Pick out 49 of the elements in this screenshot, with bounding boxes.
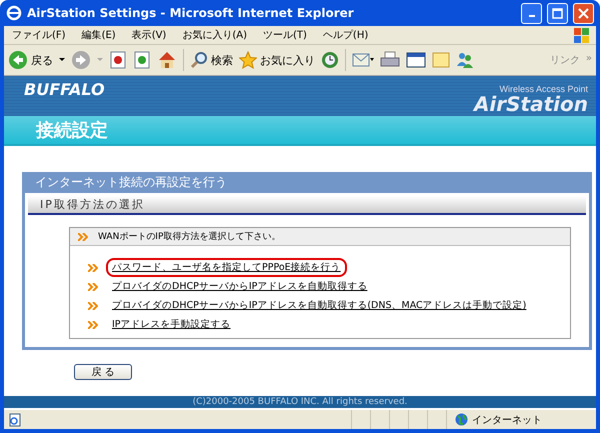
option-link[interactable]: プロバイダのDHCPサーバからIPアドレスを自動取得する(DNS、MACアドレスは手動で設定) (106, 296, 532, 315)
search-button[interactable]: 検索 (190, 51, 233, 69)
double-arrow-icon (88, 282, 98, 290)
menu-item[interactable]: ツール(T) (255, 28, 315, 42)
back-button[interactable]: 戻る (8, 50, 53, 70)
maximize-icon (552, 8, 563, 18)
double-arrow-icon (88, 264, 98, 272)
section-heading: IP取得方法の選択 (28, 196, 586, 215)
page-title: 接続設定 (36, 119, 108, 142)
menu-item[interactable]: ファイル(F) (4, 28, 74, 42)
close-button[interactable] (573, 2, 594, 24)
star-icon (239, 51, 257, 69)
window-title: AirStation Settings - Microsoft Internet Explorer (27, 6, 355, 20)
double-arrow-icon (88, 302, 98, 310)
double-arrow-icon (78, 232, 88, 240)
minimize-icon (528, 15, 534, 17)
menu-item[interactable]: ヘルプ(H) (314, 28, 376, 42)
search-icon (190, 51, 208, 69)
option-link[interactable]: IPアドレスを手動設定する (106, 315, 237, 334)
edit-icon[interactable] (406, 51, 426, 69)
mail-icon[interactable] (352, 52, 374, 68)
brand-logo: BUFFALO (24, 80, 105, 101)
product-logo: AirStation (474, 94, 588, 114)
copyright-footer: (C)2000-2005 BUFFALO INC. All rights reserved. (4, 396, 596, 408)
minimize-button[interactable] (521, 2, 542, 24)
menu-item[interactable]: お気に入り(A) (174, 28, 255, 42)
globe-icon (455, 413, 468, 426)
people-icon[interactable] (456, 51, 474, 69)
menu-item[interactable]: 編集(E) (74, 28, 124, 42)
maximize-button[interactable] (547, 2, 568, 24)
printer-icon[interactable] (380, 51, 400, 69)
option-link[interactable]: パスワード、ユーザ名を指定してPPPoE接続を行う (106, 258, 347, 277)
double-arrow-icon (88, 320, 98, 328)
product-tagline: Wireless Access Point (498, 84, 588, 94)
caret-icon[interactable] (59, 58, 65, 62)
option-link[interactable]: プロバイダのDHCPサーバからIPアドレスを自動取得する (106, 277, 374, 296)
favorites-button[interactable]: お気に入り (239, 51, 315, 69)
home-icon[interactable] (157, 51, 177, 69)
instruction-text: WANポートのIP取得方法を選択して下さい。 (98, 230, 280, 243)
history-icon[interactable] (321, 51, 339, 69)
caret-icon (97, 58, 103, 62)
panel-title: インターネット接続の再設定を行う (25, 172, 589, 193)
windows-flag-icon (574, 28, 590, 42)
close-icon (578, 8, 589, 18)
page-icon (8, 412, 22, 426)
browser-icon (6, 5, 22, 21)
security-zone-label: インターネット (472, 414, 542, 426)
menu-item[interactable]: 表示(V) (124, 28, 174, 42)
back-button[interactable]: 戻 る (74, 364, 132, 380)
